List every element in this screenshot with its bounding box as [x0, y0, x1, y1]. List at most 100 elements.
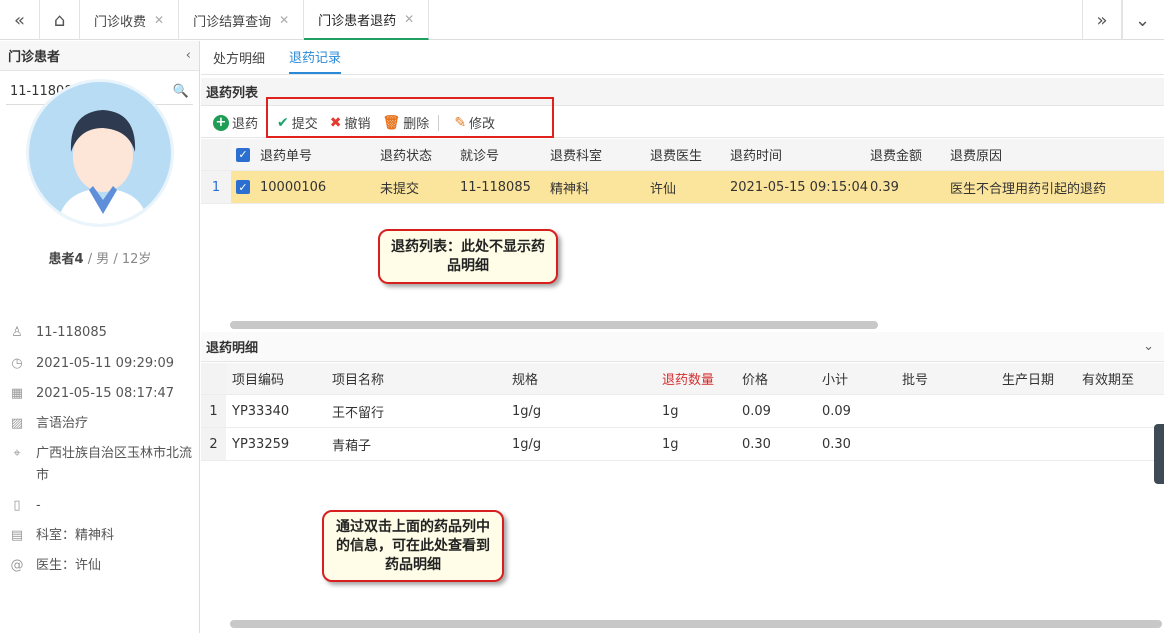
column-header[interactable]: 价格: [742, 363, 768, 394]
avatar: [26, 79, 174, 227]
item-code-cell: YP33340: [232, 403, 290, 419]
column-header[interactable]: 退费原因: [950, 139, 1002, 170]
refund-no-cell: 10000106: [260, 179, 327, 195]
patient-sex-age: / 男 / 12岁: [83, 252, 152, 267]
collapse-panel-icon[interactable]: ‹: [186, 48, 191, 63]
refund-list-header: ✓ 退药单号 退药状态 就诊号 退费科室 退费医生 退药时间 退费金额 退费原因: [201, 139, 1164, 171]
column-header[interactable]: 退药数量: [662, 363, 714, 394]
info-text: 言语治疗: [36, 416, 89, 431]
row-number: 1: [201, 395, 226, 427]
chevron-down-icon[interactable]: ⌄: [1122, 0, 1162, 40]
subtotal-cell: 0.09: [822, 403, 851, 419]
subtotal-cell: 0.30: [822, 436, 851, 452]
patient-name: 患者4: [48, 252, 84, 267]
column-header[interactable]: 退药时间: [730, 139, 782, 170]
annotation-text: 退药列表：此处不显示药品明细: [391, 238, 545, 274]
column-header[interactable]: 有效期至: [1082, 363, 1134, 394]
column-header[interactable]: 退费科室: [550, 139, 602, 170]
column-header[interactable]: 退药单号: [260, 139, 312, 170]
at-icon: @: [10, 558, 24, 573]
reason-cell: 医生不合理用药引起的退药: [950, 181, 1107, 197]
search-icon[interactable]: 🔍: [173, 84, 189, 99]
column-header[interactable]: 批号: [902, 363, 928, 394]
info-department: ▤ 科室：精神科: [6, 525, 114, 547]
horizontal-scrollbar[interactable]: [230, 620, 1162, 628]
tab-refund-records[interactable]: 退药记录: [289, 40, 342, 74]
clock-icon: ◷: [11, 356, 23, 371]
item-name-cell: 青葙子: [332, 438, 372, 454]
row-number-header: [201, 139, 231, 170]
section-title: 退药列表: [206, 86, 259, 101]
refund-button[interactable]: + 退药: [207, 110, 264, 136]
info-register-time: ▦ 2021-05-15 08:17:47: [6, 383, 174, 405]
row-number-header: [201, 363, 226, 394]
toolbar-highlight-box: [266, 97, 554, 138]
column-header[interactable]: 就诊号: [460, 139, 499, 170]
sub-tabs: 处方明细 退药记录: [201, 41, 1164, 75]
phone-icon: ▯: [13, 498, 21, 513]
time-cell: 2021-05-15 09:15:04: [730, 179, 869, 195]
item-code-cell: YP33259: [232, 436, 290, 452]
info-visit-no: ♙ 11-118085: [6, 322, 107, 344]
chevron-down-icon[interactable]: ⌄: [1143, 339, 1154, 354]
table-row[interactable]: 2 YP33259 青葙子 1g/g 1g 0.30 0.30: [201, 428, 1164, 461]
info-doctor: @ 医生：许仙: [6, 555, 102, 577]
location-icon: ⌖: [13, 446, 21, 461]
plus-circle-icon: +: [213, 114, 229, 131]
check-icon: ✓: [236, 180, 250, 194]
column-header[interactable]: 项目编码: [232, 363, 284, 394]
patient-summary: 患者4 / 男 / 12岁: [0, 248, 200, 267]
list-annotation: 退药列表：此处不显示药品明细: [378, 229, 558, 284]
qty-cell[interactable]: 1g: [662, 428, 679, 460]
top-tab-bar: « ⌂ 门诊收费 ✕ 门诊结算查询 ✕ 门诊患者退药 ✕ » ⌄: [0, 0, 1164, 40]
tab-settlement-query[interactable]: 门诊结算查询 ✕: [179, 0, 305, 40]
vertical-scroll-handle[interactable]: [1154, 424, 1164, 484]
column-header[interactable]: 生产日期: [1002, 363, 1054, 394]
column-header[interactable]: 退费金额: [870, 139, 922, 170]
column-header[interactable]: 项目名称: [332, 363, 384, 394]
row-checkbox[interactable]: ✓: [236, 171, 250, 203]
scroll-right-icon[interactable]: »: [1082, 0, 1122, 40]
column-header[interactable]: 退药状态: [380, 139, 432, 170]
horizontal-scrollbar[interactable]: [230, 321, 878, 329]
table-row[interactable]: 1 ✓ 10000106 未提交 11-118085 精神科 许仙 2021-0…: [201, 171, 1164, 204]
refund-detail-title: 退药明细 ⌄: [201, 332, 1164, 362]
price-cell: 0.30: [742, 436, 771, 452]
doctor-cell: 许仙: [650, 181, 677, 197]
tab-outpatient-charge[interactable]: 门诊收费 ✕: [80, 0, 180, 40]
check-icon: ✓: [236, 147, 250, 162]
table-row[interactable]: 1 YP33340 王不留行 1g/g 1g 0.09 0.09: [201, 395, 1164, 428]
row-number: 2: [201, 428, 226, 460]
select-all-checkbox[interactable]: ✓: [236, 139, 250, 170]
user-icon: ♙: [11, 325, 23, 340]
tab-label: 门诊收费: [94, 14, 147, 30]
info-text: 2021-05-11 09:29:09: [36, 356, 175, 371]
price-cell: 0.09: [742, 403, 771, 419]
spec-cell: 1g/g: [512, 436, 542, 452]
visit-no-cell: 11-118085: [460, 179, 531, 195]
refund-detail-header: 项目编码 项目名称 规格 退药数量 价格 小计 批号 生产日期 有效期至: [201, 363, 1164, 395]
column-header[interactable]: 小计: [822, 363, 848, 394]
patient-panel-title: 门诊患者: [8, 50, 61, 65]
tab-patient-refund[interactable]: 门诊患者退药 ✕: [304, 0, 430, 40]
qty-cell[interactable]: 1g: [662, 395, 679, 427]
section-title: 退药明细: [206, 341, 259, 356]
info-visit-time: ◷ 2021-05-11 09:29:09: [6, 353, 174, 375]
column-header[interactable]: 规格: [512, 363, 538, 394]
close-icon[interactable]: ✕: [279, 13, 289, 27]
home-icon[interactable]: ⌂: [40, 0, 80, 40]
info-text: 科室：精神科: [36, 528, 115, 543]
info-text: 2021-05-15 08:17:47: [36, 386, 175, 401]
tab-prescription-detail[interactable]: 处方明细: [213, 40, 265, 74]
collapse-left-icon[interactable]: «: [0, 0, 40, 40]
info-text: 11-118085: [36, 325, 107, 340]
row-number: 1: [201, 171, 231, 203]
status-cell: 未提交: [380, 181, 420, 197]
detail-annotation: 通过双击上面的药品列中的信息，可在此处查看到药品明细: [322, 510, 504, 582]
info-text: 医生：许仙: [36, 558, 102, 573]
close-icon[interactable]: ✕: [154, 13, 164, 27]
column-header[interactable]: 退费医生: [650, 139, 702, 170]
info-text: -: [36, 498, 41, 513]
close-icon[interactable]: ✕: [404, 12, 414, 26]
patient-panel-header: 门诊患者 ‹: [0, 41, 199, 71]
